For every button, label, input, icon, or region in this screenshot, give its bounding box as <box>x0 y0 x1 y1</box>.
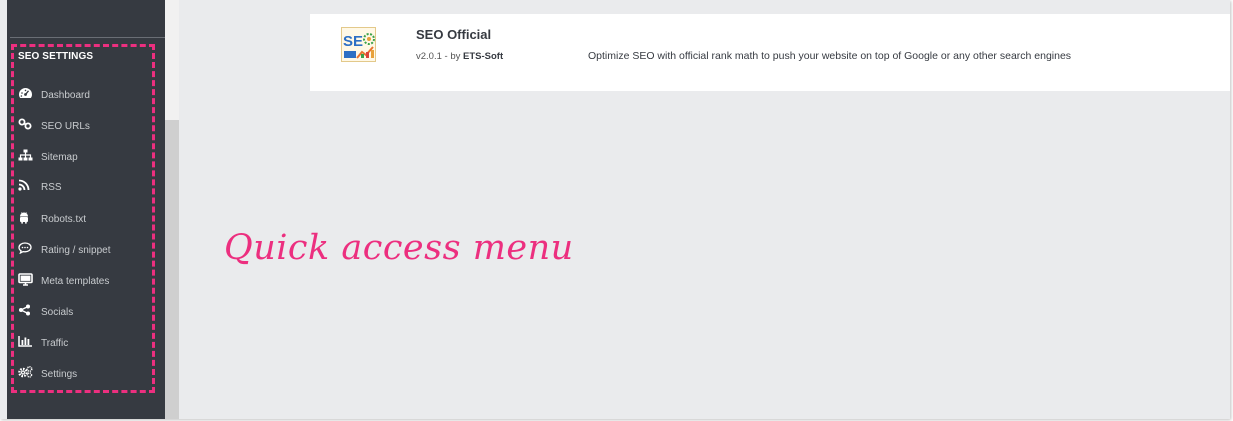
android-icon <box>18 210 38 224</box>
share-icon <box>18 303 38 317</box>
sidebar-divider <box>10 37 166 38</box>
module-author: ETS-Soft <box>463 51 504 62</box>
sidebar-item-rating-snippet[interactable]: Rating / snippet <box>18 239 111 257</box>
svg-text:SE: SE <box>343 33 363 50</box>
sidebar-item-dashboard[interactable]: Dashboard <box>18 84 90 102</box>
sidebar-item-label: Rating / snippet <box>41 244 111 256</box>
sitemap-icon <box>18 148 38 162</box>
sidebar-title: SEO SETTINGS <box>18 51 94 62</box>
sidebar-item-label: Settings <box>41 368 78 380</box>
gears-icon <box>18 365 38 379</box>
dashboard-icon <box>18 86 38 100</box>
sidebar-item-rss[interactable]: RSS <box>18 176 62 194</box>
sidebar-item-label: Robots.txt <box>41 213 87 225</box>
sidebar-item-settings[interactable]: Settings <box>18 363 77 381</box>
sidebar-item-sitemap[interactable]: Sitemap <box>18 146 78 164</box>
admin-window: SEO SETTINGS Dashboard SEO URLs Sitemap … <box>0 0 1230 419</box>
sidebar-item-label: Traffic <box>41 337 69 349</box>
comment-icon <box>18 241 38 255</box>
module-name: SEO Official <box>416 27 492 42</box>
sidebar-item-label: Dashboard <box>41 89 90 101</box>
sidebar-item-label: Socials <box>41 306 74 318</box>
sidebar-item-robots[interactable]: Robots.txt <box>18 208 86 226</box>
rss-icon <box>18 178 38 192</box>
link-icon <box>18 117 38 131</box>
module-version-text: v2.0.1 - by <box>416 51 461 62</box>
sidebar-item-label: RSS <box>41 181 62 193</box>
sidebar-item-traffic[interactable]: Traffic <box>18 332 68 350</box>
sidebar-item-socials[interactable]: Socials <box>18 301 73 319</box>
sidebar-item-meta-templates[interactable]: Meta templates <box>18 270 109 288</box>
module-version: v2.0.1 - by ETS-Soft <box>416 51 503 62</box>
bar-chart-icon <box>18 334 38 348</box>
sidebar-item-label: Meta templates <box>41 275 110 287</box>
scrollbar-thumb[interactable] <box>165 120 179 419</box>
module-description: Optimize SEO with official rank math to … <box>588 50 1072 62</box>
module-logo: SE <box>341 27 376 62</box>
sidebar-item-label: Sitemap <box>41 151 78 163</box>
annotation-quick-access: Quick access menu <box>224 228 574 268</box>
sidebar-item-label: SEO URLs <box>41 120 90 132</box>
monitor-icon <box>18 272 38 286</box>
sidebar-item-seo-urls[interactable]: SEO URLs <box>18 115 90 133</box>
